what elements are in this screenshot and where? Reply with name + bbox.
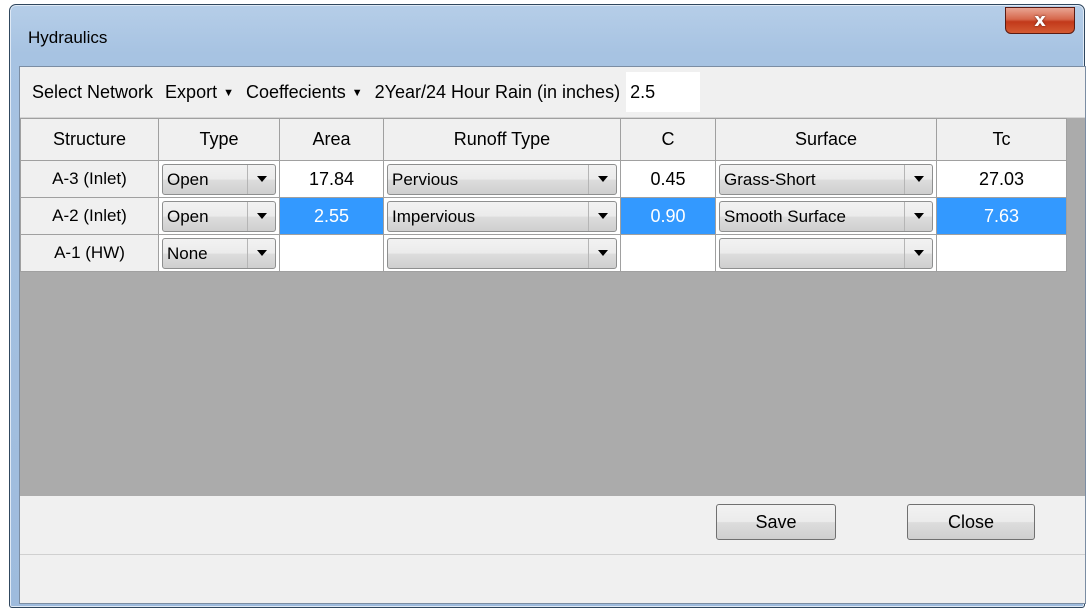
surface-dropdown[interactable]: [719, 237, 933, 269]
chevron-down-icon[interactable]: [247, 201, 275, 231]
runoff-type-dropdown[interactable]: Pervious: [387, 163, 617, 195]
surface-dropdown[interactable]: Smooth Surface: [719, 200, 933, 232]
client-area: Select Network Export ▼ Coeffecients ▼ 2Ye…: [19, 66, 1086, 604]
surface-cell: Grass-Short: [715, 160, 937, 198]
surface-value: Grass-Short: [724, 169, 816, 189]
runoff-type-dropdown[interactable]: [387, 237, 617, 269]
column-header-structure[interactable]: Structure: [20, 118, 159, 161]
rain-input[interactable]: 2.5: [626, 72, 701, 112]
runoff-type-value: Impervious: [392, 206, 476, 226]
chevron-down-icon[interactable]: [247, 164, 275, 194]
close-icon: x: [1034, 9, 1046, 31]
menu-coefficients[interactable]: Coeffecients ▼: [246, 82, 363, 103]
c-cell[interactable]: [620, 234, 716, 272]
rain-label: 2Year/24 Hour Rain (in inches): [374, 81, 621, 102]
type-dropdown[interactable]: Open: [162, 163, 276, 195]
tc-cell[interactable]: [936, 234, 1067, 272]
table-row[interactable]: A-3 (Inlet) Open 17.84 Pervious 0.45 Gra…: [20, 160, 1067, 198]
hydraulics-window: Hydraulics x Select Network Export ▼ Coef…: [9, 4, 1086, 608]
surface-value: Smooth Surface: [724, 206, 846, 226]
menu-coefficients-label: Coeffecients: [245, 81, 346, 102]
window-title: Hydraulics: [28, 28, 108, 47]
row-structure-cell[interactable]: A-1 (HW): [20, 234, 159, 272]
c-cell[interactable]: 0.90: [620, 197, 716, 235]
column-header-surface[interactable]: Surface: [715, 118, 937, 161]
type-value: None: [167, 243, 208, 263]
menu-export-label: Export: [165, 81, 218, 102]
column-header-runoff-type[interactable]: Runoff Type: [383, 118, 621, 161]
runoff-type-value: Pervious: [392, 169, 459, 189]
column-header-c[interactable]: C: [620, 118, 716, 161]
area-cell[interactable]: [279, 234, 384, 272]
column-header-area[interactable]: Area: [279, 118, 384, 161]
runoff-type-cell: [383, 234, 621, 272]
type-cell: Open: [158, 197, 280, 235]
menu-export[interactable]: Export ▼: [165, 82, 234, 103]
c-cell[interactable]: 0.45: [620, 160, 716, 198]
chevron-down-icon[interactable]: [247, 238, 275, 268]
window-close-button[interactable]: x: [1005, 7, 1075, 34]
tc-cell[interactable]: 27.03: [936, 160, 1067, 198]
menu-bar: Select Network Export ▼ Coeffecients ▼ 2Ye…: [20, 67, 1085, 118]
type-value: Open: [167, 206, 209, 226]
menu-select-network[interactable]: Select Network: [32, 82, 153, 103]
area-cell[interactable]: 2.55: [279, 197, 384, 235]
surface-cell: Smooth Surface: [715, 197, 937, 235]
row-structure-cell[interactable]: A-3 (Inlet): [20, 160, 159, 198]
status-bar: [20, 557, 1085, 603]
close-button[interactable]: Close: [907, 504, 1035, 540]
chevron-down-icon[interactable]: [904, 201, 932, 231]
title-bar[interactable]: Hydraulics x: [10, 5, 1084, 65]
column-header-tc[interactable]: Tc: [936, 118, 1067, 161]
type-cell: Open: [158, 160, 280, 198]
chevron-down-icon: ▼: [223, 86, 234, 99]
runoff-type-cell: Impervious: [383, 197, 621, 235]
button-bar: Save Close: [20, 496, 1085, 555]
type-dropdown[interactable]: None: [162, 237, 276, 269]
grid-header-row: Structure Type Area Runoff Type C Surfac…: [20, 118, 1067, 161]
chevron-down-icon[interactable]: [588, 201, 616, 231]
runoff-type-cell: Pervious: [383, 160, 621, 198]
table-row-selected[interactable]: A-2 (Inlet) Open 2.55 Impervious 0.90 Sm…: [20, 197, 1067, 235]
hydraulics-grid: Structure Type Area Runoff Type C Surfac…: [20, 118, 1067, 272]
chevron-down-icon[interactable]: [588, 238, 616, 268]
surface-cell: [715, 234, 937, 272]
column-header-type[interactable]: Type: [158, 118, 280, 161]
chevron-down-icon[interactable]: [904, 164, 932, 194]
type-dropdown[interactable]: Open: [162, 200, 276, 232]
surface-dropdown[interactable]: Grass-Short: [719, 163, 933, 195]
data-grid-area: Structure Type Area Runoff Type C Surfac…: [20, 118, 1085, 496]
save-button[interactable]: Save: [716, 504, 836, 540]
tc-cell[interactable]: 7.63: [936, 197, 1067, 235]
chevron-down-icon[interactable]: [588, 164, 616, 194]
type-cell: None: [158, 234, 280, 272]
chevron-down-icon: ▼: [351, 86, 363, 99]
table-row[interactable]: A-1 (HW) None: [20, 234, 1067, 272]
runoff-type-dropdown[interactable]: Impervious: [387, 200, 617, 232]
row-structure-cell[interactable]: A-2 (Inlet): [20, 197, 159, 235]
chevron-down-icon[interactable]: [904, 238, 932, 268]
area-cell[interactable]: 17.84: [279, 160, 384, 198]
type-value: Open: [167, 169, 209, 189]
